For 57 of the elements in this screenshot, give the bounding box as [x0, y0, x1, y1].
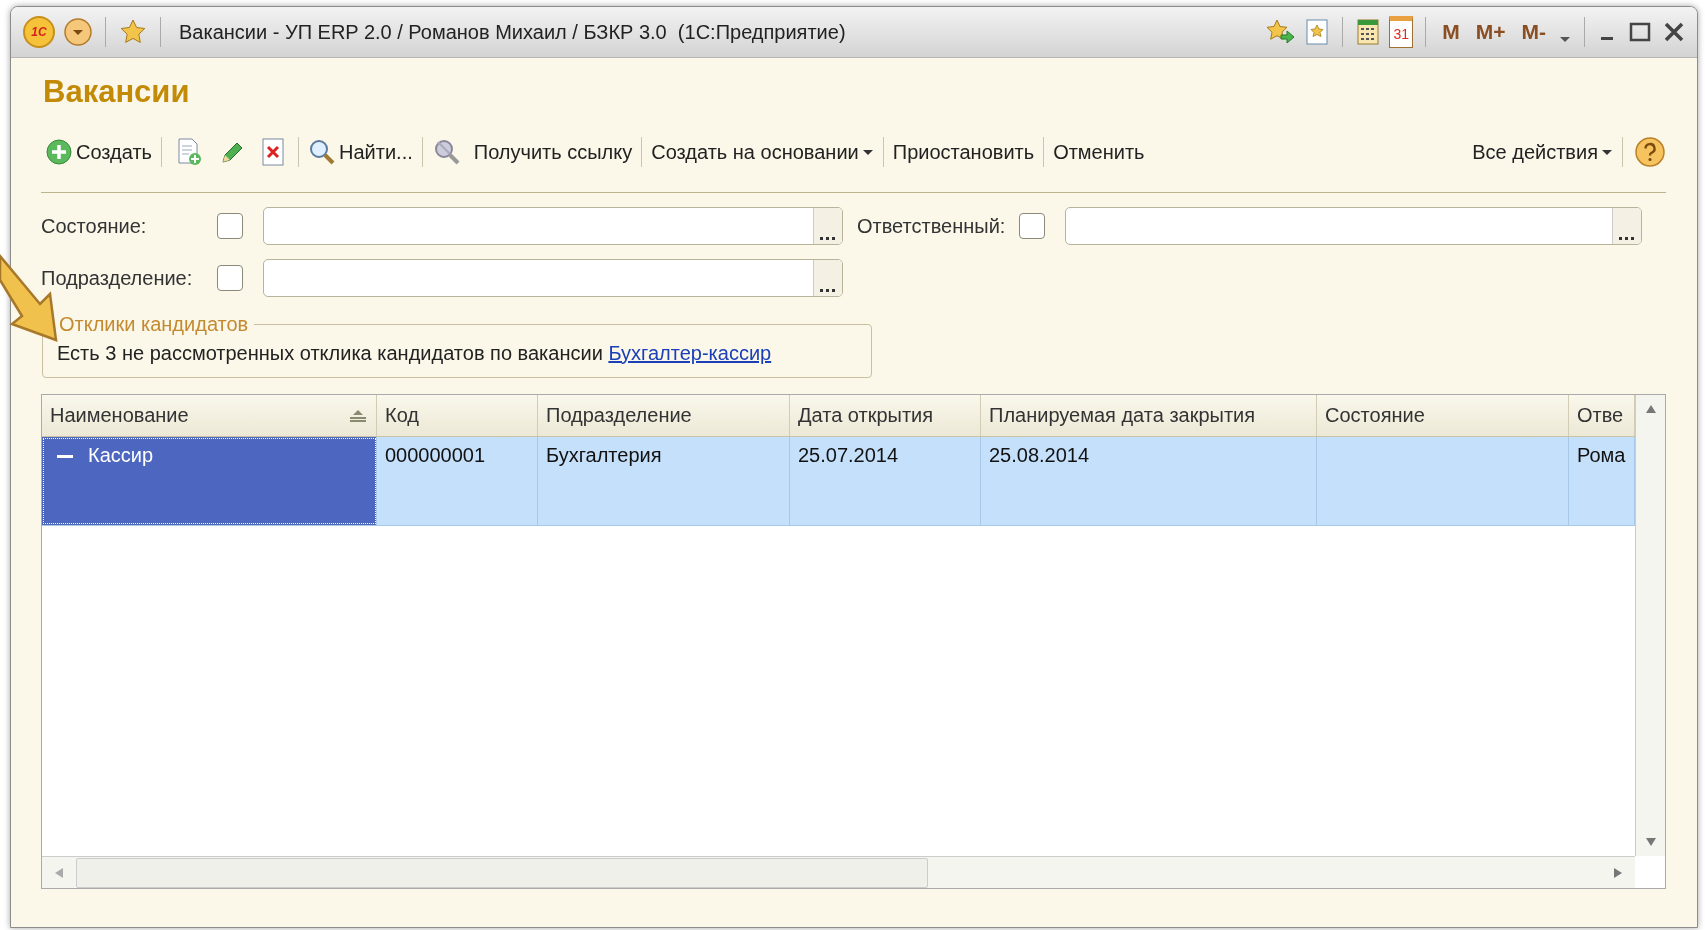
table-cell: 000000001 — [385, 444, 486, 467]
column-header[interactable]: Подразделение — [538, 395, 790, 436]
column-header[interactable]: Наименование — [42, 395, 377, 436]
plus-icon — [45, 138, 73, 166]
create-based-on-button[interactable]: Создать на основании — [647, 140, 878, 164]
filter-checkbox[interactable] — [1019, 213, 1046, 239]
create-button[interactable]: Создать — [41, 138, 156, 166]
search-icon — [308, 138, 336, 166]
column-header[interactable]: Код — [377, 395, 538, 436]
column-header[interactable]: Дата открытия — [790, 395, 981, 436]
up-arrow-icon[interactable] — [1643, 403, 1658, 415]
sort-icon — [348, 408, 368, 423]
ellipsis-icon[interactable] — [820, 237, 836, 241]
filter-checkbox[interactable] — [217, 265, 243, 291]
filter-checkbox[interactable] — [217, 213, 243, 239]
toolbar-button[interactable]: Приостановить — [888, 140, 1039, 164]
ellipsis-icon[interactable] — [1619, 237, 1636, 241]
caret-icon — [1601, 147, 1613, 157]
vacancy-link[interactable]: Бухгалтер-кассир — [608, 342, 772, 364]
form-heading: Вакансии — [43, 74, 191, 110]
calculator-icon[interactable] — [1355, 17, 1382, 47]
delete-icon — [261, 137, 285, 167]
find-button[interactable]: Найти... — [304, 138, 417, 166]
filter-label: Подразделение: — [41, 266, 194, 290]
group-title: Отклики кандидатов — [58, 313, 250, 336]
copy-icon — [175, 137, 203, 167]
down-arrow-icon[interactable] — [1643, 836, 1658, 848]
table-cell: 25.07.2014 — [798, 444, 899, 467]
all-actions-button[interactable]: Все действия — [1468, 140, 1617, 164]
responses-message: Есть 3 не рассмотренных отклика кандидатов по вакансии Бухгалтер-кассир — [57, 342, 772, 364]
memory-button[interactable]: M+ — [1475, 20, 1506, 44]
caret-icon — [861, 147, 874, 157]
table-cell: Рома — [1577, 444, 1626, 467]
filter-field[interactable] — [1065, 207, 1643, 245]
star-arrow-icon[interactable] — [1264, 17, 1297, 47]
get-link-button[interactable]: Получить ссылку — [427, 138, 637, 166]
table-cell: Бухгалтерия — [546, 444, 662, 467]
calendar-icon[interactable]: 31 — [1389, 16, 1414, 48]
memory-button[interactable]: M — [1442, 20, 1460, 44]
dropdown-icon[interactable] — [63, 17, 93, 47]
horizontal-scrollbar[interactable] — [42, 856, 1635, 888]
table-cell: Кассир — [88, 444, 154, 467]
column-header[interactable]: Состояние — [1317, 395, 1569, 436]
window-title: Вакансии - УП ERP 2.0 / Романов Михаил / БЗКР 3.0 (1С:Предприятие) — [179, 20, 846, 44]
bookmark-icon[interactable] — [1304, 17, 1331, 47]
table-row[interactable]: Кассир 000000001 Бухгалтерия 25.07.2014 25.08.2014 Рома — [42, 437, 1635, 526]
table-cell: 25.08.2014 — [989, 444, 1090, 467]
memory-button[interactable]: M- — [1521, 20, 1546, 44]
column-header[interactable]: Планируемая дата закрытия — [981, 395, 1317, 436]
ellipsis-icon[interactable] — [820, 289, 836, 293]
toolbar-button[interactable]: Отменить — [1049, 140, 1149, 164]
filter-field[interactable] — [263, 259, 843, 297]
help-icon[interactable] — [1634, 136, 1666, 168]
filter-label: Состояние: — [41, 214, 148, 238]
filter-label: Ответственный: — [857, 214, 1006, 238]
vertical-scrollbar[interactable] — [1635, 395, 1665, 856]
filter-field[interactable] — [263, 207, 843, 245]
